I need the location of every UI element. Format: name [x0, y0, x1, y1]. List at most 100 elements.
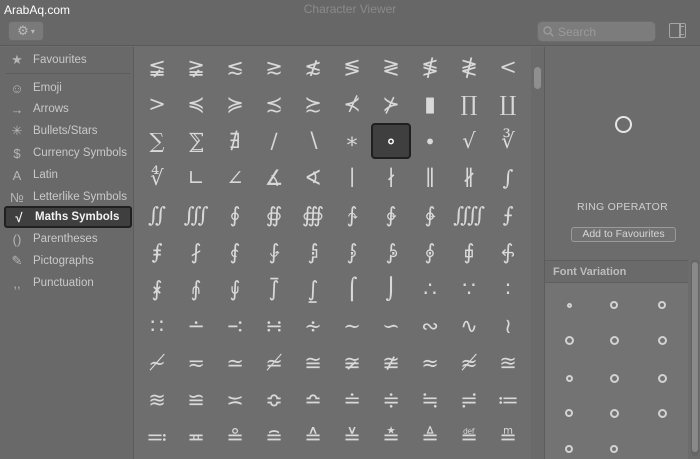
character-cell[interactable]: ∫ — [488, 160, 528, 196]
character-cell[interactable]: ∰ — [293, 197, 333, 233]
character-cell[interactable]: ≷ — [371, 49, 411, 85]
character-cell[interactable]: ⨙ — [176, 271, 216, 307]
grid-scrollbar[interactable] — [531, 47, 544, 459]
character-cell[interactable]: ≖ — [176, 419, 216, 455]
character-cell[interactable]: ≑ — [371, 382, 411, 418]
character-cell[interactable]: ∮ — [215, 197, 255, 233]
sidebar-item-letterlike-symbols[interactable]: № Letterlike Symbols — [4, 186, 132, 208]
character-cell[interactable]: ▮ — [410, 86, 450, 122]
selected-character-cell[interactable]: ∘ — [371, 123, 411, 159]
sidebar-item-maths-symbols[interactable]: √ Maths Symbols — [4, 206, 132, 228]
character-cell[interactable]: ≊ — [488, 345, 528, 381]
character-cell[interactable]: ∸ — [176, 308, 216, 344]
character-cell[interactable]: > — [137, 86, 177, 122]
character-cell[interactable]: ≔ — [488, 382, 528, 418]
font-variant-ring[interactable] — [566, 302, 572, 308]
character-cell[interactable]: ≂ — [176, 345, 216, 381]
character-cell[interactable]: ≘ — [254, 419, 294, 455]
action-menu-button[interactable]: ⚙ ▾ — [8, 21, 44, 41]
character-cell[interactable]: ∡ — [254, 160, 294, 196]
character-cell[interactable]: < — [488, 49, 528, 85]
character-cell[interactable]: ≃ — [215, 345, 255, 381]
character-cell[interactable]: ≗ — [215, 419, 255, 455]
character-cell[interactable]: ⨜ — [293, 271, 333, 307]
font-variant-ring[interactable] — [565, 445, 573, 453]
character-cell[interactable]: ∛ — [488, 123, 528, 159]
character-cell[interactable]: ≴ — [293, 49, 333, 85]
character-cell[interactable]: ∵ — [449, 271, 489, 307]
font-variant-ring[interactable] — [610, 445, 618, 453]
character-cell[interactable]: ⌠ — [332, 271, 372, 307]
character-cell[interactable]: ∢ — [293, 160, 333, 196]
grid-scroll-thumb[interactable] — [534, 67, 541, 89]
character-cell[interactable]: ∼ — [332, 308, 372, 344]
character-cell[interactable]: ∿ — [449, 308, 489, 344]
character-cell[interactable]: ⨌ — [449, 197, 489, 233]
character-cell[interactable]: ∳ — [410, 197, 450, 233]
character-cell[interactable]: ≸ — [410, 49, 450, 85]
character-cell[interactable]: ≁ — [137, 345, 177, 381]
sidebar-item-bullets-stars[interactable]: ✳ Bullets/Stars — [4, 120, 132, 142]
character-cell[interactable]: ∹ — [215, 308, 255, 344]
character-cell[interactable]: ⌡ — [371, 271, 411, 307]
character-cell[interactable]: ≇ — [371, 345, 411, 381]
character-cell[interactable]: ⨗ — [488, 234, 528, 270]
sidebar-item-arrows[interactable]: → Arrows — [4, 98, 132, 120]
character-cell[interactable]: ≌ — [176, 382, 216, 418]
font-variant-ring[interactable] — [565, 374, 573, 382]
character-cell[interactable]: ⨎ — [137, 234, 177, 270]
character-cell[interactable]: ∷ — [137, 308, 177, 344]
character-cell[interactable]: ∄ — [215, 123, 255, 159]
character-cell[interactable]: ≏ — [293, 382, 333, 418]
character-cell[interactable]: ∗ — [332, 123, 372, 159]
character-cell[interactable]: ≳ — [254, 49, 294, 85]
add-to-favourites-button[interactable]: Add to Favourites — [571, 227, 676, 242]
sidebar-item-favourites[interactable]: ★ Favourites — [4, 49, 132, 71]
character-cell[interactable]: ≆ — [332, 345, 372, 381]
character-cell[interactable]: ∏ — [449, 86, 489, 122]
character-cell[interactable]: ∲ — [371, 197, 411, 233]
character-cell[interactable]: ∙ — [410, 123, 450, 159]
character-cell[interactable]: ∦ — [449, 160, 489, 196]
character-cell[interactable]: ∜ — [137, 160, 177, 196]
character-cell[interactable]: ≩ — [176, 49, 216, 85]
character-cell[interactable]: ≚ — [332, 419, 372, 455]
character-cell[interactable]: ≍ — [215, 382, 255, 418]
character-cell[interactable]: ⨕ — [410, 234, 450, 270]
character-cell[interactable]: ∺ — [254, 308, 294, 344]
character-cell[interactable]: ≝ — [449, 419, 489, 455]
character-cell[interactable]: ⨑ — [254, 234, 294, 270]
sidebar-item-pictographs[interactable]: ✎ Pictographs — [4, 250, 132, 272]
character-cell[interactable]: ≉ — [449, 345, 489, 381]
character-cell[interactable]: ≒ — [410, 382, 450, 418]
character-cell[interactable]: ≀ — [488, 308, 528, 344]
character-cell[interactable]: ≈ — [410, 345, 450, 381]
font-variant-ring[interactable] — [657, 408, 667, 418]
character-cell[interactable]: ≅ — [293, 345, 333, 381]
character-cell[interactable]: ⨍ — [488, 197, 528, 233]
font-variant-ring[interactable] — [657, 373, 667, 383]
character-cell[interactable]: ⊀ — [332, 86, 372, 122]
character-cell[interactable]: ⨚ — [215, 271, 255, 307]
character-cell[interactable]: ≄ — [254, 345, 294, 381]
character-cell[interactable]: ≽ — [215, 86, 255, 122]
character-cell[interactable]: ∱ — [332, 197, 372, 233]
sidebar-item-currency-symbols[interactable]: $ Currency Symbols — [4, 142, 132, 164]
character-cell[interactable]: ≛ — [371, 419, 411, 455]
character-cell[interactable]: ⅀ — [176, 123, 216, 159]
font-variant-ring[interactable] — [565, 409, 573, 417]
character-cell[interactable]: ∥ — [410, 160, 450, 196]
font-variant-ring[interactable] — [609, 335, 619, 345]
character-cell[interactable]: ≜ — [410, 419, 450, 455]
character-cell[interactable]: ∟ — [176, 160, 216, 196]
character-cell[interactable]: ≎ — [254, 382, 294, 418]
character-cell[interactable]: ∴ — [410, 271, 450, 307]
character-cell[interactable]: ≓ — [449, 382, 489, 418]
character-cell[interactable]: ∤ — [371, 160, 411, 196]
character-cell[interactable]: ⨒ — [293, 234, 333, 270]
character-cell[interactable]: ≙ — [293, 419, 333, 455]
font-variant-ring[interactable] — [564, 335, 574, 345]
sidebar-item-latin[interactable]: A Latin — [4, 164, 132, 186]
character-cell[interactable]: ≐ — [332, 382, 372, 418]
font-variant-ring[interactable] — [610, 301, 618, 309]
